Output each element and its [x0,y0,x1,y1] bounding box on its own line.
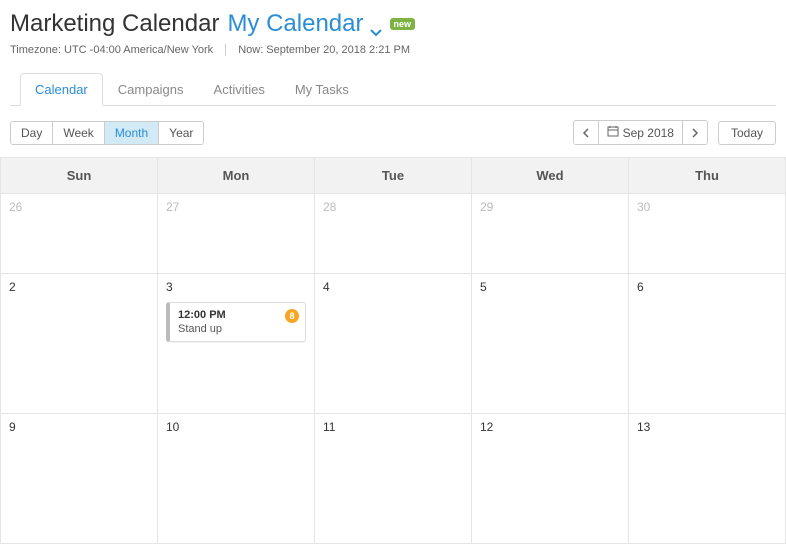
tab-campaigns[interactable]: Campaigns [103,73,199,106]
day-number: 6 [637,280,777,294]
calendar-cell[interactable]: 5 [472,274,629,414]
divider [225,44,226,56]
day-number: 3 [166,280,306,294]
period-nav: Sep 2018 [573,120,708,145]
calendar-event[interactable]: 12:00 PM Stand up8 [166,302,306,342]
calendar-cell[interactable]: 12 [472,414,629,544]
calendar-cell[interactable]: 28 [315,194,472,274]
tab-calendar[interactable]: Calendar [20,73,103,106]
view-toggle: DayWeekMonthYear [10,121,204,145]
next-button[interactable] [683,121,707,144]
page-title: Marketing Calendar [10,10,219,38]
day-number: 11 [323,420,463,434]
day-header: Mon [158,158,315,194]
day-header: Sun [1,158,158,194]
calendar-grid: SunMonTueWedThu 26 27 28 29 30 2 3 12:00 PM Stan… [0,157,786,544]
view-day-button[interactable]: Day [11,122,53,144]
now-label: Now: September 20, 2018 2:21 PM [238,44,410,56]
day-number: 27 [166,200,306,214]
calendar-selector[interactable]: My Calendar [227,10,381,38]
calendar-icon [607,125,619,140]
calendar-cell[interactable]: 3 12:00 PM Stand up8 [158,274,315,414]
calendar-cell[interactable]: 29 [472,194,629,274]
view-year-button[interactable]: Year [159,122,203,144]
calendar-cell[interactable]: 30 [629,194,786,274]
calendar-cell[interactable]: 13 [629,414,786,544]
day-number: 10 [166,420,306,434]
calendar-cell[interactable]: 11 [315,414,472,544]
day-number: 26 [9,200,149,214]
calendar-cell[interactable]: 9 [1,414,158,544]
calendar-cell[interactable]: 10 [158,414,315,544]
day-number: 30 [637,200,777,214]
day-header: Tue [315,158,472,194]
day-number: 2 [9,280,149,294]
event-title: Stand up [178,323,297,335]
day-header: Wed [472,158,629,194]
period-button[interactable]: Sep 2018 [599,121,683,144]
timezone-label: Timezone: UTC -04:00 America/New York [10,44,213,56]
day-header: Thu [629,158,786,194]
event-time: 12:00 PM [178,309,297,321]
chevron-down-icon [370,18,382,30]
day-number: 12 [480,420,620,434]
calendar-cell[interactable]: 26 [1,194,158,274]
view-week-button[interactable]: Week [53,122,104,144]
period-label: Sep 2018 [623,126,674,140]
event-count-badge: 8 [285,309,299,323]
prev-button[interactable] [574,121,599,144]
day-number: 5 [480,280,620,294]
tab-activities[interactable]: Activities [199,73,280,106]
calendar-cell[interactable]: 4 [315,274,472,414]
day-number: 28 [323,200,463,214]
tab-bar: CalendarCampaignsActivitiesMy Tasks [10,72,776,106]
calendar-cell[interactable]: 6 [629,274,786,414]
chevron-right-icon [691,128,699,138]
chevron-left-icon [582,128,590,138]
view-month-button[interactable]: Month [105,122,159,144]
day-number: 29 [480,200,620,214]
day-number: 13 [637,420,777,434]
calendar-name: My Calendar [227,10,363,38]
new-badge: new [390,18,416,31]
today-button[interactable]: Today [718,121,776,145]
calendar-cell[interactable]: 27 [158,194,315,274]
day-number: 9 [9,420,149,434]
tab-my-tasks[interactable]: My Tasks [280,73,364,106]
calendar-cell[interactable]: 2 [1,274,158,414]
day-number: 4 [323,280,463,294]
